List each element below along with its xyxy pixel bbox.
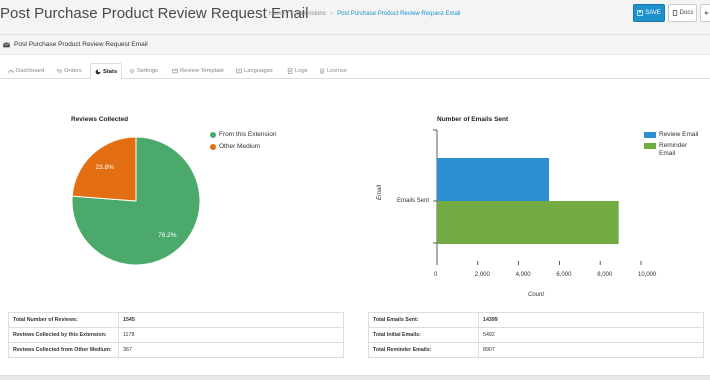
table-cell-value: 1545 [118, 312, 344, 328]
table-cell-label: Total Reminder Emails: [368, 342, 479, 358]
table-row: Total Emails Sent: 14399 [368, 312, 704, 328]
table-cell-value: 5492 [478, 327, 704, 343]
legend-swatch [644, 132, 656, 138]
bar-review-email[interactable] [437, 158, 550, 201]
table-cell-label: Reviews Collected from Other Medium: [8, 342, 119, 358]
legend-label: Review Email [659, 131, 699, 138]
bar-x-tick-label: 0 [434, 272, 438, 278]
table-cell-label: Total Initial Emails: [368, 327, 479, 343]
bar-legend-item[interactable]: Review Email [644, 131, 698, 139]
bar-y-axis-label: Email [377, 184, 383, 200]
table-cell-value: 367 [118, 342, 344, 358]
bar-category-label: Emails Sent [397, 198, 430, 204]
reviews-stats-table: Total Number of Reviews: 1545 Reviews Co… [8, 312, 344, 358]
bar-reminder-email[interactable] [437, 201, 619, 244]
bar-x-tick-label: 10,000 [638, 272, 657, 278]
table-row: Reviews Collected from Other Medium: 367 [8, 342, 344, 358]
table-cell-value: 1178 [118, 327, 344, 343]
legend-label: Reminder Email [659, 142, 688, 157]
bar-x-tick-label: 8,000 [597, 272, 613, 278]
table-cell-label: Reviews Collected by this Extension: [8, 327, 119, 343]
table-row: Reviews Collected by this Extension: 117… [8, 327, 344, 343]
table-cell-value: 14399 [478, 312, 704, 328]
legend-swatch [644, 143, 656, 149]
footer-bar [0, 375, 710, 380]
bar-x-tick-label: 4,000 [515, 272, 531, 278]
bar-x-axis-label: Count [528, 292, 545, 298]
bar-legend-item[interactable]: Reminder Email [644, 142, 687, 158]
bar-x-tick-label: 6,000 [556, 272, 572, 278]
bar-x-tick-label: 2,000 [474, 272, 490, 278]
emails-stats-table: Total Emails Sent: 14399 Total Initial E… [368, 312, 704, 358]
table-row: Total Initial Emails: 5492 [368, 327, 704, 343]
table-row: Total Reminder Emails: 8907 [368, 342, 704, 358]
table-cell-label: Total Number of Reviews: [8, 312, 119, 328]
table-row: Total Number of Reviews: 1545 [8, 312, 344, 328]
table-cell-value: 8907 [478, 342, 704, 358]
table-cell-label: Total Emails Sent: [368, 312, 479, 328]
